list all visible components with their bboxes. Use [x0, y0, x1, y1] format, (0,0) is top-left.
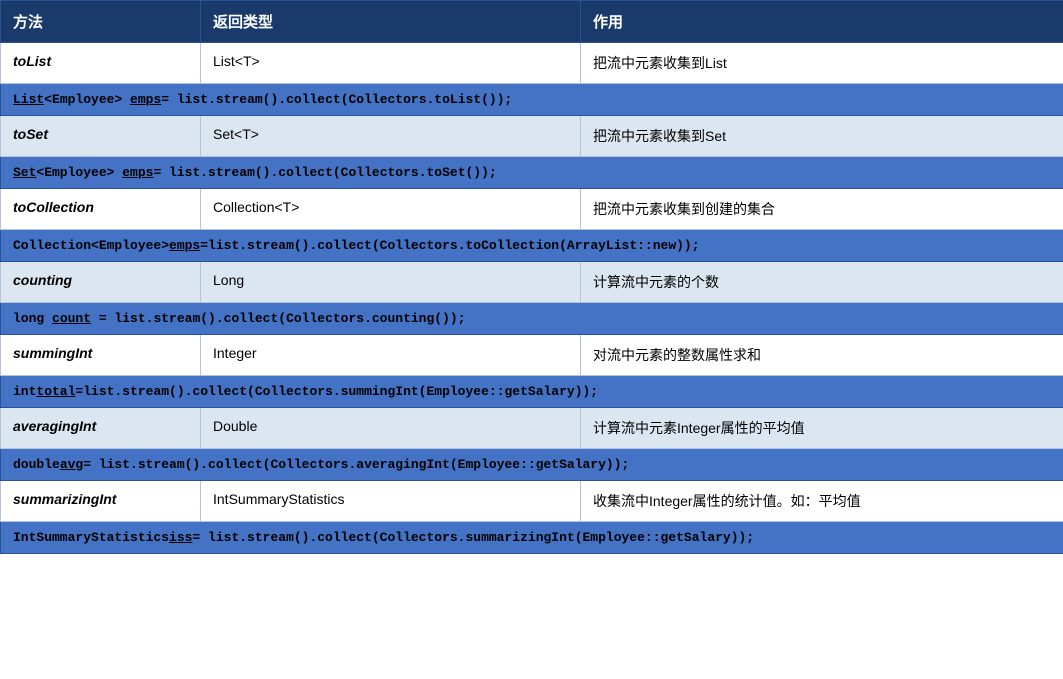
return-type: Set<T> — [201, 116, 581, 157]
collectors-table: 方法 返回类型 作用 toList List<T> 把流中元素收集到List L… — [0, 0, 1063, 554]
return-type: Double — [201, 408, 581, 449]
table-row: counting Long 计算流中元素的个数 — [1, 262, 1063, 303]
table-code-row: Collection<Employee>emps=list.stream().c… — [1, 230, 1063, 262]
method-name: toCollection — [1, 189, 201, 230]
table-code-row: IntSummaryStatisticsiss= list.stream().c… — [1, 522, 1063, 554]
table-row: toCollection Collection<T> 把流中元素收集到创建的集合 — [1, 189, 1063, 230]
method-name: summingInt — [1, 335, 201, 376]
method-name: averagingInt — [1, 408, 201, 449]
return-type: Collection<T> — [201, 189, 581, 230]
table-row: averagingInt Double 计算流中元素Integer属性的平均值 — [1, 408, 1063, 449]
code-snippet: Collection<Employee>emps=list.stream().c… — [1, 230, 1063, 262]
table-code-row: Set<Employee> emps= list.stream().collec… — [1, 157, 1063, 189]
table-row: summingInt Integer 对流中元素的整数属性求和 — [1, 335, 1063, 376]
table-code-row: inttotal=list.stream().collect(Collector… — [1, 376, 1063, 408]
code-text: Collection<Employee>emps=list.stream().c… — [13, 238, 700, 253]
table-row: summarizingInt IntSummaryStatistics 收集流中… — [1, 481, 1063, 522]
table-code-row: doubleavg= list.stream().collect(Collect… — [1, 449, 1063, 481]
code-snippet: Set<Employee> emps= list.stream().collec… — [1, 157, 1063, 189]
code-text: inttotal=list.stream().collect(Collector… — [13, 384, 598, 399]
table-header-row: 方法 返回类型 作用 — [1, 1, 1063, 43]
return-type: IntSummaryStatistics — [201, 481, 581, 522]
description: 把流中元素收集到Set — [581, 116, 1063, 157]
code-snippet: IntSummaryStatisticsiss= list.stream().c… — [1, 522, 1063, 554]
code-text: List<Employee> emps= list.stream().colle… — [13, 92, 512, 107]
table-code-row: long count = list.stream().collect(Colle… — [1, 303, 1063, 335]
description: 计算流中元素Integer属性的平均值 — [581, 408, 1063, 449]
code-snippet: inttotal=list.stream().collect(Collector… — [1, 376, 1063, 408]
description: 对流中元素的整数属性求和 — [581, 335, 1063, 376]
description: 把流中元素收集到List — [581, 43, 1063, 84]
method-name: toList — [1, 43, 201, 84]
code-text: long count = list.stream().collect(Colle… — [13, 311, 466, 326]
table-row: toSet Set<T> 把流中元素收集到Set — [1, 116, 1063, 157]
code-text: Set<Employee> emps= list.stream().collec… — [13, 165, 497, 180]
return-type: List<T> — [201, 43, 581, 84]
code-snippet: long count = list.stream().collect(Colle… — [1, 303, 1063, 335]
code-snippet: List<Employee> emps= list.stream().colle… — [1, 84, 1063, 116]
header-return-type: 返回类型 — [201, 1, 581, 43]
code-text: doubleavg= list.stream().collect(Collect… — [13, 457, 629, 472]
table-row: toList List<T> 把流中元素收集到List — [1, 43, 1063, 84]
code-text: IntSummaryStatisticsiss= list.stream().c… — [13, 530, 754, 545]
code-snippet: doubleavg= list.stream().collect(Collect… — [1, 449, 1063, 481]
method-name: counting — [1, 262, 201, 303]
return-type: Long — [201, 262, 581, 303]
method-name: summarizingInt — [1, 481, 201, 522]
method-name: toSet — [1, 116, 201, 157]
description: 计算流中元素的个数 — [581, 262, 1063, 303]
description: 把流中元素收集到创建的集合 — [581, 189, 1063, 230]
header-description: 作用 — [581, 1, 1063, 43]
table-code-row: List<Employee> emps= list.stream().colle… — [1, 84, 1063, 116]
return-type: Integer — [201, 335, 581, 376]
header-method: 方法 — [1, 1, 201, 43]
description: 收集流中Integer属性的统计值。如：平均值 — [581, 481, 1063, 522]
